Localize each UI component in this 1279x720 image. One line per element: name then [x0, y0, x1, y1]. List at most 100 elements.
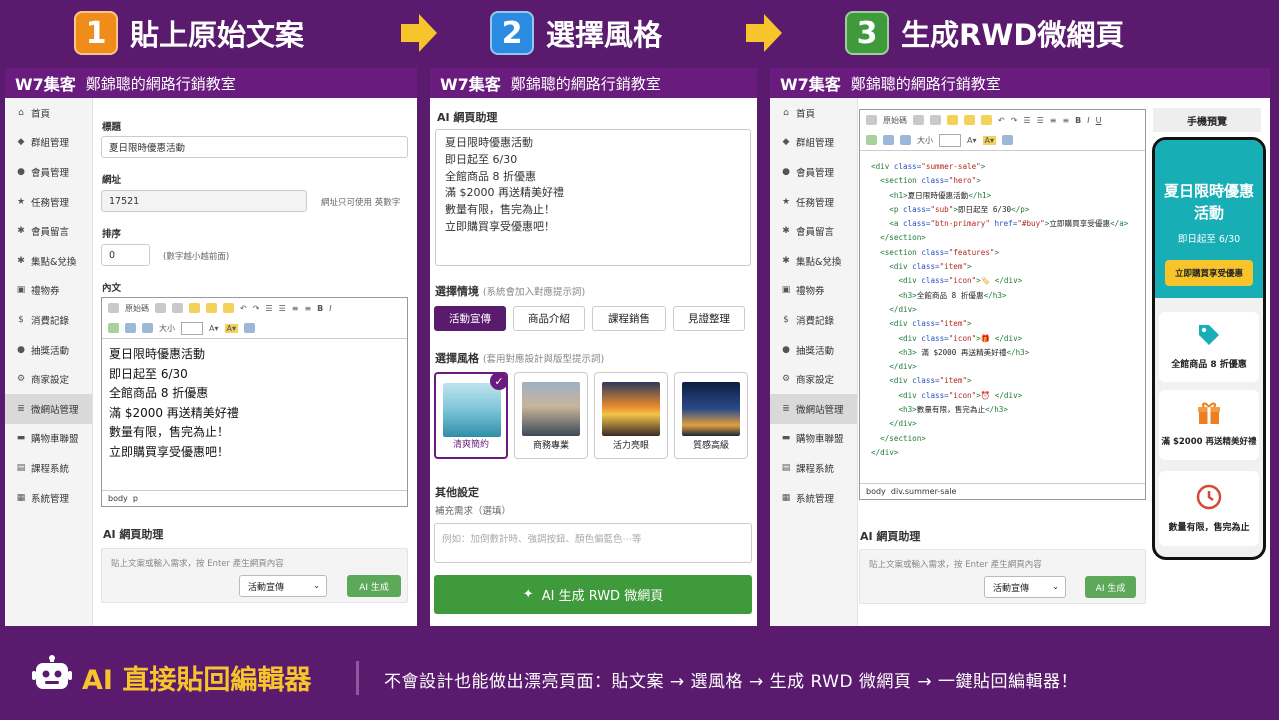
path-div[interactable]: div.summer-sale: [891, 487, 957, 496]
numbered-list-icon[interactable]: ☰: [1023, 116, 1030, 125]
scenario-select[interactable]: 活動宣傳 ⌄: [984, 576, 1066, 598]
link-icon[interactable]: [125, 323, 136, 333]
sidebar-item[interactable]: $ 消費記錄: [5, 305, 92, 335]
code-editor[interactable]: 原始碼 ↶ ↷ ☰ ☰ ≡ ≡ BIU 大小 A▾ A▾ <div class="summ…: [859, 109, 1146, 500]
indent-icon[interactable]: ≡: [304, 304, 311, 313]
order-input[interactable]: 0: [101, 244, 150, 266]
ai-prompt-input[interactable]: 貼上文案或輸入需求，按 Enter 產生網頁內容: [111, 557, 284, 569]
sidebar-item[interactable]: ● 抽獎活動: [770, 335, 857, 365]
preview-buy-button[interactable]: 立即購買享受優惠: [1165, 260, 1253, 286]
sidebar-item[interactable]: ✱ 會員留言: [5, 216, 92, 246]
paste-text-icon[interactable]: [206, 303, 217, 313]
image-icon[interactable]: [866, 135, 877, 145]
paste-text-icon[interactable]: [964, 115, 975, 125]
sidebar-item[interactable]: ⚙ 商家設定: [5, 364, 92, 394]
path-body[interactable]: body: [866, 487, 886, 496]
sidebar-item[interactable]: ✱ 集點&兌換: [770, 246, 857, 276]
sidebar-item[interactable]: ◆ 群組管理: [5, 128, 92, 158]
sidebar-item[interactable]: ≣ 微網站管理: [770, 393, 857, 424]
sidebar-item[interactable]: ✱ 會員留言: [770, 216, 857, 246]
numbered-list-icon[interactable]: ☰: [265, 304, 272, 313]
globe-icon[interactable]: [1002, 135, 1013, 145]
copy-icon[interactable]: [930, 115, 941, 125]
sidebar-item[interactable]: ⚙ 商家設定: [770, 364, 857, 394]
source-icon[interactable]: [866, 115, 877, 125]
ai-prompt-input[interactable]: 貼上文案或輸入需求，按 Enter 產生網頁內容: [869, 558, 1042, 570]
cut-icon[interactable]: [155, 303, 166, 313]
undo-icon[interactable]: ↶: [998, 116, 1005, 125]
sidebar-item[interactable]: ▤ 課程系統: [770, 453, 857, 483]
ai-generate-button[interactable]: AI 生成: [1085, 576, 1136, 598]
path-p[interactable]: p: [133, 494, 138, 503]
sidebar-item[interactable]: ◆ 群組管理: [770, 128, 857, 158]
scenario-select[interactable]: 活動宣傳 ⌄: [239, 575, 327, 597]
sidebar-item[interactable]: ⌂ 首頁: [5, 98, 92, 128]
bullet-list-icon[interactable]: ☰: [1037, 116, 1044, 125]
underline-icon[interactable]: U: [1096, 116, 1102, 125]
copy-icon[interactable]: [172, 303, 183, 313]
sidebar-item[interactable]: ▦ 系統管理: [770, 483, 857, 513]
outdent-icon[interactable]: ≡: [1050, 116, 1057, 125]
outdent-icon[interactable]: ≡: [292, 304, 299, 313]
source-text-area[interactable]: 夏日限時優惠活動 即日起至 6/30 全館商品 8 折優惠 滿 $2000 再送…: [435, 129, 751, 266]
style-card-selected[interactable]: 清爽簡約 ✓: [434, 372, 508, 459]
sidebar-item[interactable]: ● 會員管理: [5, 157, 92, 187]
bold-icon[interactable]: B: [317, 304, 323, 313]
sidebar-item[interactable]: ▤ 課程系統: [5, 453, 92, 483]
paste-word-icon[interactable]: [223, 303, 234, 313]
paste-word-icon[interactable]: [981, 115, 992, 125]
scenario-chip[interactable]: 商品介紹: [513, 306, 585, 331]
sidebar-item[interactable]: ▬ 購物車聯盟: [5, 424, 92, 454]
rich-text-editor[interactable]: 原始碼 ↶ ↷ ☰ ☰ ≡ ≡ BI 大小 A▾ A▾ 夏日限時優惠活動 即日起至 6/3…: [101, 297, 408, 507]
source-button[interactable]: 原始碼: [883, 115, 907, 126]
sidebar-item[interactable]: ▣ 禮物券: [770, 276, 857, 306]
sidebar-item[interactable]: ▦ 系統管理: [5, 483, 92, 513]
generate-rwd-button[interactable]: ✦ AI 生成 RWD 微網頁: [434, 575, 752, 614]
paste-icon[interactable]: [189, 303, 200, 313]
italic-icon[interactable]: I: [1087, 116, 1089, 125]
url-input[interactable]: 17521: [101, 190, 307, 212]
style-card[interactable]: 商務專業: [514, 372, 588, 459]
scenario-chip[interactable]: 見證整理: [673, 306, 745, 331]
paste-icon[interactable]: [947, 115, 958, 125]
title-input[interactable]: 夏日限時優惠活動: [101, 136, 408, 158]
code-area[interactable]: <div class="summer-sale"> <section class…: [860, 150, 1145, 460]
sidebar-item[interactable]: ★ 任務管理: [5, 187, 92, 217]
redo-icon[interactable]: ↷: [1011, 116, 1018, 125]
scenario-chip-active[interactable]: 活動宣傳: [434, 306, 506, 331]
scenario-chip[interactable]: 課程銷售: [592, 306, 666, 331]
flag-icon[interactable]: [900, 135, 911, 145]
style-card[interactable]: 質感高級: [674, 372, 748, 459]
bg-color-icon[interactable]: A▾: [982, 135, 996, 145]
sidebar-item[interactable]: ▣ 禮物券: [5, 276, 92, 306]
link-icon[interactable]: [883, 135, 894, 145]
sidebar-item[interactable]: ✱ 集點&兌換: [5, 246, 92, 276]
sidebar-item[interactable]: ▬ 購物車聯盟: [770, 424, 857, 454]
font-size-select[interactable]: [939, 133, 961, 147]
undo-icon[interactable]: ↶: [240, 304, 247, 313]
redo-icon[interactable]: ↷: [253, 304, 260, 313]
sidebar-item[interactable]: ≣ 微網站管理: [5, 393, 92, 424]
extra-requirements-input[interactable]: 例如：加倒數計時、強調按鈕、顏色偏藍色⋯等: [434, 523, 752, 563]
indent-icon[interactable]: ≡: [1062, 116, 1069, 125]
image-icon[interactable]: [108, 323, 119, 333]
flag-icon[interactable]: [142, 323, 153, 333]
bullet-list-icon[interactable]: ☰: [279, 304, 286, 313]
path-body[interactable]: body: [108, 494, 128, 503]
text-color-icon[interactable]: A▾: [967, 136, 977, 145]
sidebar-item[interactable]: ★ 任務管理: [770, 187, 857, 217]
sidebar-item[interactable]: $ 消費記錄: [770, 305, 857, 335]
source-icon[interactable]: [108, 303, 119, 313]
source-button[interactable]: 原始碼: [125, 303, 149, 314]
editor-content[interactable]: 夏日限時優惠活動 即日起至 6/30 全館商品 8 折優惠 滿 $2000 再送…: [102, 338, 407, 468]
globe-icon[interactable]: [244, 323, 255, 333]
bold-icon[interactable]: B: [1075, 116, 1081, 125]
sidebar-item[interactable]: ⌂ 首頁: [770, 98, 857, 128]
ai-generate-button[interactable]: AI 生成: [347, 575, 401, 597]
bg-color-icon[interactable]: A▾: [224, 323, 238, 333]
sidebar-item[interactable]: ● 會員管理: [770, 157, 857, 187]
font-size-select[interactable]: [181, 321, 203, 335]
italic-icon[interactable]: I: [329, 304, 331, 313]
sidebar-item[interactable]: ● 抽獎活動: [5, 335, 92, 365]
cut-icon[interactable]: [913, 115, 924, 125]
